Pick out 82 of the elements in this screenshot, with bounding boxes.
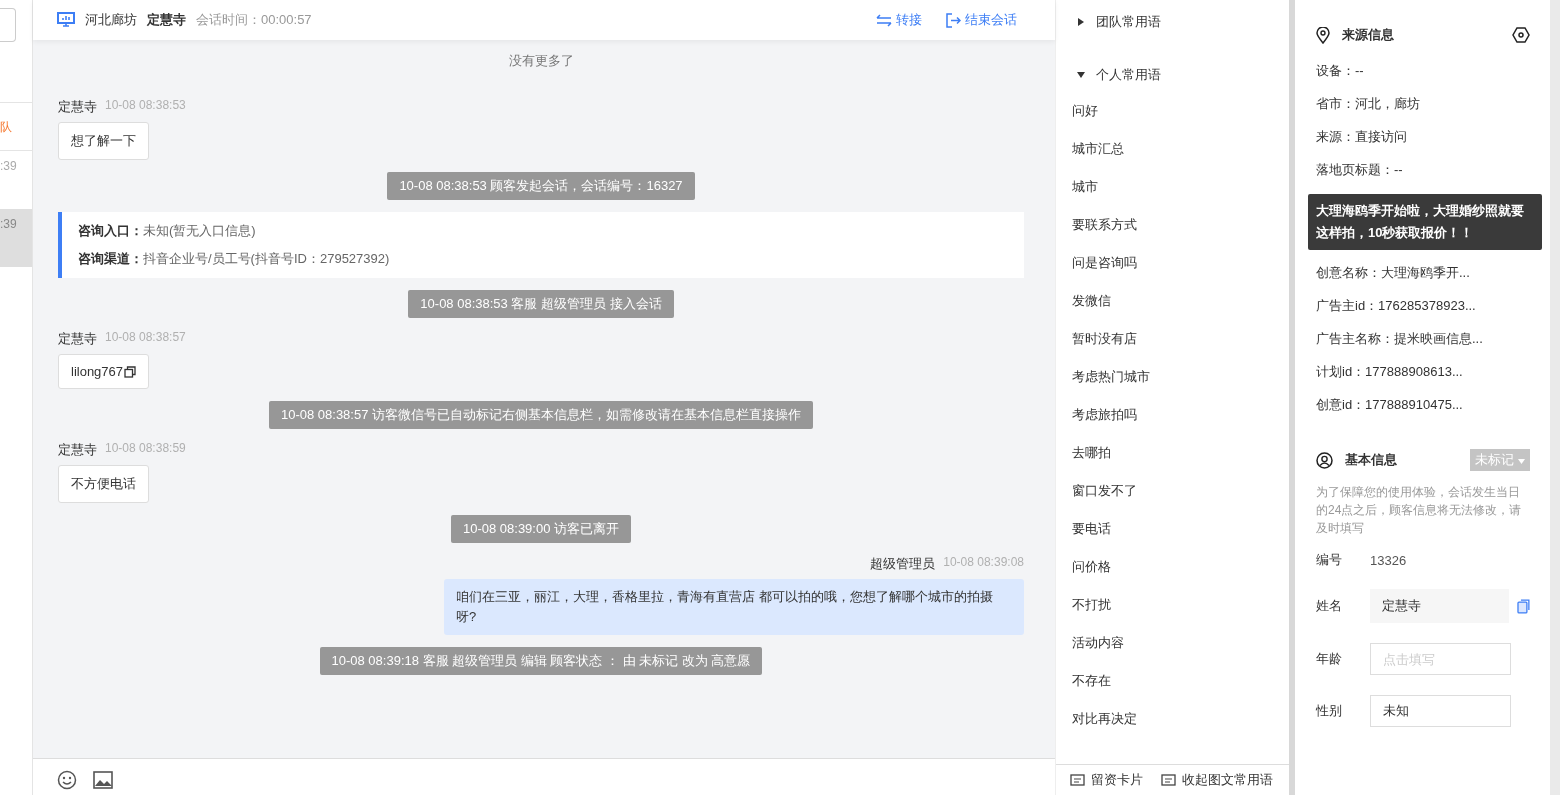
location-pin-icon [1316, 26, 1330, 44]
section-title: 来源信息 [1342, 26, 1394, 44]
field-value: 13326 [1370, 552, 1407, 568]
message-bubble: 不方便电话 [58, 465, 149, 503]
source-field: 来源：直接访问 [1316, 128, 1530, 161]
sender-name: 超级管理员 [870, 555, 936, 573]
phrase-item[interactable]: 窗口发不了 [1072, 481, 1273, 519]
phrase-item[interactable]: 不存在 [1072, 671, 1273, 709]
header-link[interactable]: 转接 [896, 11, 922, 29]
message-time: 10-08 08:38:59 [105, 441, 186, 457]
footer-link[interactable]: 收起图文常用语 [1182, 771, 1273, 789]
source-field: 省市：河北，廊坊 [1316, 95, 1530, 128]
source-field: 广告主名称：提米映画信息... [1316, 330, 1530, 363]
transfer-icon [876, 13, 892, 27]
image-icon[interactable] [93, 771, 113, 789]
phrase-item[interactable]: 问是咨询吗 [1072, 253, 1273, 291]
no-more-notice: 没有更多了 [507, 52, 575, 70]
input-field[interactable]: 未知 [1370, 695, 1511, 727]
search-field[interactable] [0, 8, 16, 42]
caret-icon [1518, 459, 1525, 464]
tooltip: 大理海鸥季开始啦，大理婚纱照就要这样拍，10秒获取报价！！ [1308, 194, 1542, 250]
session-duration: 会话时间：00:00:57 [196, 11, 312, 29]
exit-icon [946, 12, 961, 28]
phrase-group[interactable]: 个人常用语 [1072, 65, 1273, 85]
field-label: 编号 [1316, 551, 1343, 569]
system-message: 10-08 08:38:53 顾客发起会话，会话编号：16327 [387, 172, 695, 200]
phrase-item[interactable]: 活动内容 [1072, 633, 1273, 671]
phrase-item[interactable]: 对比再决定 [1072, 709, 1273, 747]
system-message: 10-08 08:38:53 客服 超级管理员 接入会话 [408, 290, 674, 318]
message-time: 10-08 08:38:57 [105, 330, 186, 346]
sender-name: 定慧寺 [58, 330, 97, 348]
sender-name: 定慧寺 [58, 441, 97, 459]
queue-label: 队 [0, 102, 32, 151]
header-link[interactable]: 结束会话 [965, 11, 1017, 29]
visitor-name: 定慧寺 [147, 11, 186, 29]
card-icon [1070, 773, 1085, 787]
phrase-item[interactable]: 要联系方式 [1072, 215, 1273, 253]
phrase-item[interactable]: 考虑热门城市 [1072, 367, 1273, 405]
settings-icon[interactable] [1512, 27, 1530, 43]
source-field: 创意id：177888910475... [1316, 396, 1530, 429]
source-field: 设备：-- [1316, 62, 1530, 95]
user-icon [1316, 451, 1333, 469]
phrase-item[interactable]: 要电话 [1072, 519, 1273, 557]
field-label: 姓名 [1316, 597, 1343, 615]
phrase-item[interactable]: 暂时没有店 [1072, 329, 1273, 367]
phrase-item[interactable]: 城市汇总 [1072, 139, 1273, 177]
source-field: 广告主id：176285378923... [1316, 297, 1530, 330]
phrase-item[interactable]: 发微信 [1072, 291, 1273, 329]
message-bubble: 想了解一下 [58, 122, 149, 160]
message-time: 10-08 08:39:08 [943, 555, 1024, 571]
phrase-group[interactable]: 团队常用语 [1072, 12, 1273, 32]
card-icon [1161, 773, 1176, 787]
system-message: 10-08 08:38:57 访客微信号已自动标记右侧基本信息栏，如需修改请在基本信息栏直接操作 [268, 401, 814, 429]
source-field: 落地页标题：-- [1316, 161, 1530, 194]
phrase-item[interactable]: 不打扰 [1072, 595, 1273, 633]
monitor-icon [57, 12, 75, 28]
caret-icon [1076, 17, 1086, 27]
message-time: 10-08 08:38:53 [105, 98, 186, 114]
copy-icon[interactable] [124, 365, 137, 378]
phrase-item[interactable]: 考虑旅拍吗 [1072, 405, 1273, 443]
info-row-text: 咨询渠道：抖音企业号/员工号(抖音号ID：279527392) [78, 250, 391, 268]
name-field[interactable]: 定慧寺 [1369, 589, 1510, 623]
visitor-location: 河北廊坊 [85, 11, 137, 29]
sender-name: 定慧寺 [58, 98, 97, 116]
phrase-item[interactable]: 问好 [1072, 101, 1273, 139]
message-bubble: lilong767 [58, 354, 150, 389]
info-row-text: 咨询入口：未知(暂无入口信息) [78, 222, 257, 240]
section-title: 基本信息 [1345, 451, 1397, 469]
phrase-item[interactable]: 问价格 [1072, 557, 1273, 595]
notice-text: 为了保障您的使用体验，会话发生当日的24点之后，顾客信息将无法修改，请及时填写 [1316, 484, 1523, 537]
message-bubble: 咱们在三亚，丽江，大理，香格里拉，青海有直营店 都可以拍的哦，您想了解哪个城市的拍摄呀? [444, 579, 1024, 635]
system-message: 10-08 08:39:00 访客已离开 [450, 515, 632, 543]
source-field: 创意名称：大理海鸥季开... [1316, 264, 1530, 297]
phrase-item[interactable]: 城市 [1072, 177, 1273, 215]
field-label: 年龄 [1316, 650, 1343, 668]
system-message: 10-08 08:39:18 客服 超级管理员 编辑 顾客状态 ： 由 未标记 改为 高意愿 [319, 647, 763, 675]
footer-link[interactable]: 留资卡片 [1091, 771, 1143, 789]
field-label: 性别 [1316, 702, 1343, 720]
source-field: 计划id：177888908613... [1316, 363, 1530, 396]
emoji-icon[interactable] [57, 770, 77, 790]
caret-icon [1076, 70, 1086, 80]
phrase-item[interactable]: 去哪拍 [1072, 443, 1273, 481]
